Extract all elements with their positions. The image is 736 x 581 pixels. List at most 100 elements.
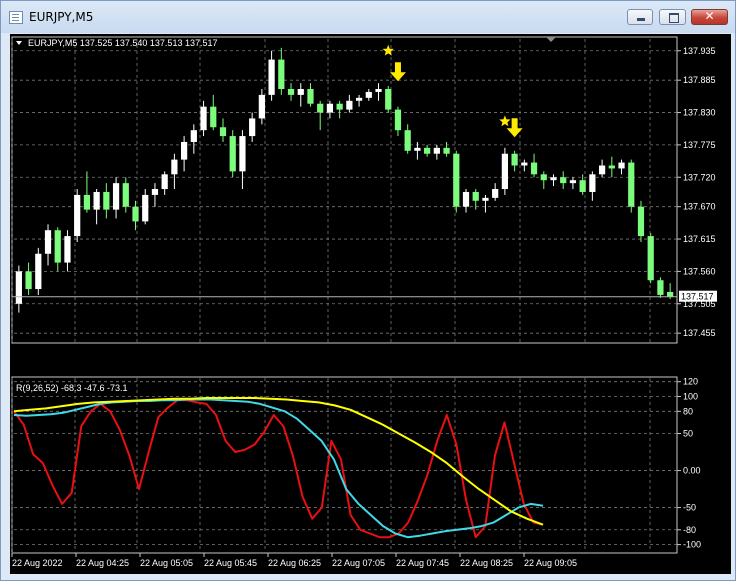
candle-body bbox=[15, 271, 22, 304]
indicator-tick-label: 120 bbox=[683, 377, 698, 387]
candle-body bbox=[501, 153, 509, 190]
candle-body bbox=[210, 106, 217, 128]
candle-body bbox=[579, 180, 586, 192]
candle-body bbox=[151, 189, 159, 195]
markers bbox=[382, 44, 523, 138]
chart-menu-triangle-icon[interactable] bbox=[16, 41, 22, 45]
time-tick-label: 22 Aug 2022 bbox=[12, 558, 63, 568]
candle-body bbox=[598, 165, 606, 175]
candle-body bbox=[647, 236, 654, 281]
candle-body bbox=[200, 106, 207, 131]
candle-body bbox=[608, 165, 615, 169]
indicator-tick-label: -100 bbox=[683, 540, 701, 550]
candle-body bbox=[249, 118, 256, 137]
time-tick-label: 22 Aug 05:45 bbox=[204, 558, 257, 568]
candle-body bbox=[64, 236, 71, 263]
candle-body bbox=[443, 147, 450, 154]
close-icon: ✕ bbox=[704, 9, 715, 23]
candle-body bbox=[511, 153, 518, 166]
candle-body bbox=[44, 230, 52, 254]
candle-body bbox=[482, 197, 489, 201]
candle-body bbox=[667, 291, 674, 297]
star-marker-icon bbox=[499, 115, 511, 127]
candle-body bbox=[365, 91, 372, 98]
indicator-header: R(9,26,52) -68.3 -47.6 -73.1 bbox=[16, 383, 128, 393]
candle-body bbox=[54, 230, 61, 263]
candle-body bbox=[492, 189, 499, 198]
indicator-tick-label: 100 bbox=[683, 392, 698, 402]
indicator-series-line bbox=[13, 397, 544, 526]
price-tick-label: 137.615 bbox=[683, 234, 716, 244]
candle-body bbox=[453, 153, 460, 207]
close-button[interactable]: ✕ bbox=[691, 9, 728, 25]
candle-body bbox=[258, 94, 265, 119]
indicator-tick-label: -50 bbox=[683, 503, 696, 513]
candle-body bbox=[657, 280, 664, 295]
candles bbox=[15, 47, 674, 313]
candle-body bbox=[132, 206, 139, 222]
candle-body bbox=[589, 174, 596, 192]
maximize-button[interactable] bbox=[659, 9, 686, 25]
price-tick-label: 137.670 bbox=[683, 202, 716, 212]
candle-body bbox=[628, 162, 635, 207]
chart-window: EURJPY,M5 ✕ 137.935 137.885 137.830 137.775… bbox=[0, 0, 736, 581]
candle-body bbox=[569, 180, 577, 184]
candle-body bbox=[346, 100, 353, 110]
price-tick-label: 137.830 bbox=[683, 108, 716, 118]
candle-body bbox=[287, 89, 295, 95]
chart-shift-marker-icon[interactable] bbox=[546, 37, 556, 42]
chart-window-icon bbox=[9, 11, 23, 24]
candle-body bbox=[229, 136, 236, 172]
time-tick-label: 22 Aug 07:45 bbox=[396, 558, 449, 568]
candle-body bbox=[297, 89, 304, 95]
candle-body bbox=[83, 194, 91, 210]
candle-body bbox=[161, 174, 168, 190]
candle-body bbox=[190, 130, 197, 142]
candle-body bbox=[433, 147, 440, 154]
time-tick-label: 22 Aug 04:25 bbox=[76, 558, 129, 568]
candle-body bbox=[122, 183, 129, 207]
star-marker-icon bbox=[382, 44, 394, 56]
price-tick-label: 137.455 bbox=[683, 328, 716, 338]
candle-body bbox=[618, 162, 625, 169]
candle-body bbox=[93, 191, 100, 210]
candle-body bbox=[540, 174, 547, 181]
candle-body bbox=[307, 89, 314, 104]
candle-body bbox=[414, 147, 421, 151]
minimize-icon bbox=[637, 18, 645, 21]
candle-body bbox=[74, 194, 81, 237]
arrow-down-marker-icon bbox=[506, 118, 523, 138]
axes: 137.935 137.885 137.830 137.775 137.720 137.6… bbox=[11, 46, 716, 568]
arrow-down-marker-icon bbox=[389, 62, 406, 82]
chart-canvas[interactable]: 137.935 137.885 137.830 137.775 137.720 137.6… bbox=[10, 34, 731, 574]
candle-body bbox=[25, 271, 32, 290]
price-tick-label: 137.775 bbox=[683, 140, 716, 150]
minimize-button[interactable] bbox=[627, 9, 653, 25]
candle-body bbox=[637, 206, 645, 237]
candle-body bbox=[142, 194, 149, 222]
candle-body bbox=[530, 162, 538, 175]
candle-body bbox=[35, 253, 42, 290]
time-tick-label: 22 Aug 08:25 bbox=[460, 558, 513, 568]
indicator-lines bbox=[13, 397, 544, 539]
indicator-tick-label: -80 bbox=[683, 525, 696, 535]
price-tick-label: 137.935 bbox=[683, 46, 716, 56]
candle-body bbox=[219, 127, 227, 137]
candle-body bbox=[560, 177, 567, 184]
maximize-icon bbox=[669, 13, 679, 23]
candle-body bbox=[375, 89, 382, 92]
candle-body bbox=[472, 191, 479, 201]
indicator-series-line bbox=[13, 399, 544, 539]
chart-area[interactable]: 137.935 137.885 137.830 137.775 137.720 137.6… bbox=[10, 34, 731, 574]
candle-body bbox=[404, 130, 411, 151]
title-bar[interactable]: EURJPY,M5 ✕ bbox=[1, 1, 735, 33]
time-tick-label: 22 Aug 05:05 bbox=[140, 558, 193, 568]
price-tick-label: 137.560 bbox=[683, 266, 716, 276]
indicator-tick-label: 0.00 bbox=[683, 466, 701, 476]
candle-body bbox=[239, 136, 246, 172]
candle-body bbox=[171, 159, 178, 175]
candle-body bbox=[103, 191, 110, 210]
candle-body bbox=[394, 109, 402, 131]
time-tick-label: 22 Aug 07:05 bbox=[332, 558, 385, 568]
candle-body bbox=[521, 162, 528, 166]
